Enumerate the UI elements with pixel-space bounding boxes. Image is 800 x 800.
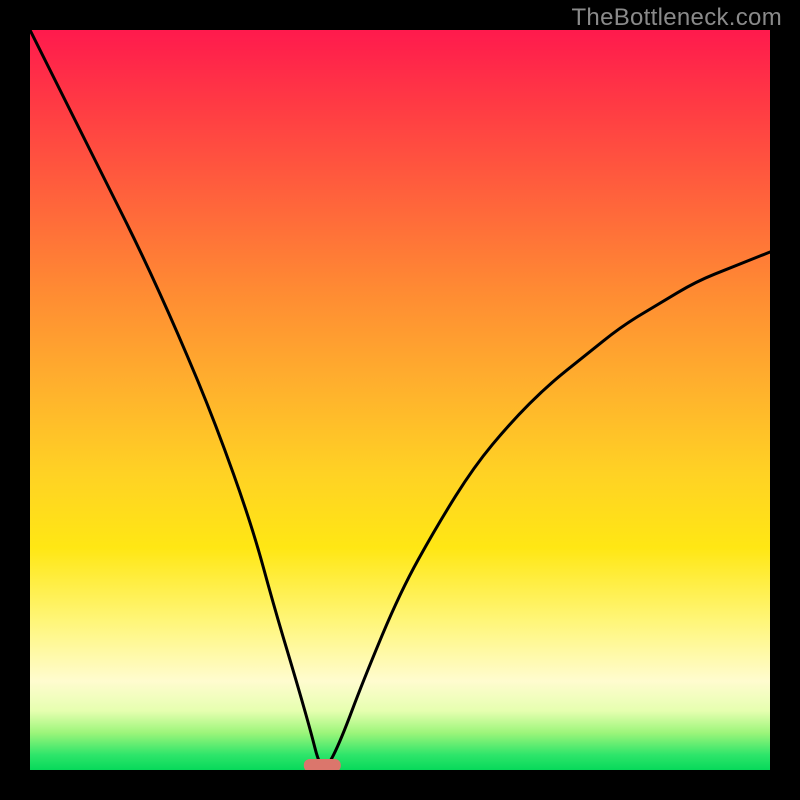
chart-frame: TheBottleneck.com <box>0 0 800 800</box>
target-marker <box>304 759 341 770</box>
watermark-text: TheBottleneck.com <box>571 4 782 32</box>
bottleneck-curve <box>30 30 770 767</box>
chart-svg <box>30 30 770 770</box>
